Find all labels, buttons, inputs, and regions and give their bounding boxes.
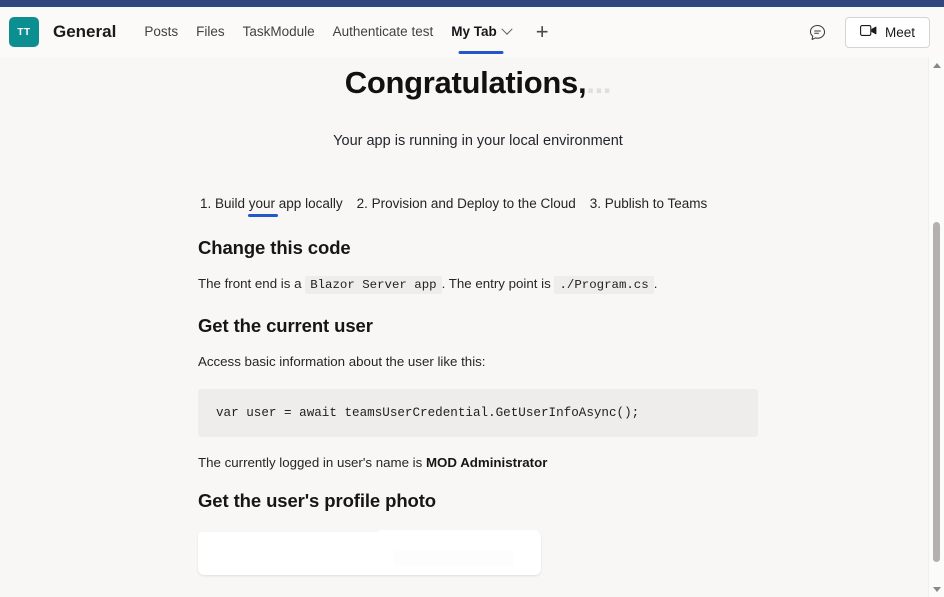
tab-taskmodule[interactable]: TaskModule xyxy=(234,7,324,57)
step-publish-teams-label: 3. Publish to Teams xyxy=(589,196,708,211)
placeholder-chunk-left xyxy=(198,532,220,568)
chevron-down-icon[interactable] xyxy=(501,23,513,35)
change-code-description: The front end is a Blazor Server app. Th… xyxy=(198,274,758,295)
heading-change-this-code: Change this code xyxy=(198,237,351,258)
tab-posts-label: Posts xyxy=(144,24,179,39)
inline-code-program-cs: ./Program.cs xyxy=(554,276,654,294)
tab-my-tab[interactable]: My Tab xyxy=(442,7,520,57)
placeholder-chunk-inner xyxy=(394,550,514,567)
meet-button-label: Meet xyxy=(884,24,915,40)
tab-content-area: Congratulations,... Your app is running … xyxy=(0,57,944,597)
channel-header: TT General Posts Files TaskModule Authen… xyxy=(0,7,944,57)
tab-files[interactable]: Files xyxy=(187,7,234,57)
hero-subtitle: Your app is running in your local enviro… xyxy=(333,133,623,149)
caret-down-icon xyxy=(933,586,941,592)
change-code-text-middle: . The entry point is xyxy=(441,276,551,291)
welcome-document: Congratulations,... Your app is running … xyxy=(198,57,758,576)
hero-title-main: Congratulations, xyxy=(344,65,587,100)
tab-taskmodule-label: TaskModule xyxy=(242,24,315,39)
code-block-get-user-info: var user = await teamsUserCredential.Get… xyxy=(198,389,758,438)
tab-files-label: Files xyxy=(196,24,225,39)
team-avatar-initials: TT xyxy=(17,26,31,38)
active-step-indicator xyxy=(248,214,278,217)
active-tab-indicator xyxy=(458,51,504,54)
heading-profile-photo: Get the user's profile photo xyxy=(198,490,437,512)
vertical-scrollbar[interactable] xyxy=(928,57,944,597)
tab-posts[interactable]: Posts xyxy=(135,7,187,57)
hero-title: Congratulations,... xyxy=(198,57,758,101)
step-publish-teams[interactable]: 3. Publish to Teams xyxy=(590,196,708,217)
caret-up-icon xyxy=(933,62,941,68)
tab-list: Posts Files TaskModule Authenticate test… xyxy=(135,7,558,57)
current-user-intro: Access basic information about the user … xyxy=(198,353,486,369)
logged-in-user-name: MOD Administrator xyxy=(425,455,548,471)
profile-photo-placeholder xyxy=(198,530,541,576)
tab-content-canvas: Congratulations,... Your app is running … xyxy=(0,57,928,597)
scroll-down-arrow-icon[interactable] xyxy=(929,581,944,597)
video-camera-icon xyxy=(860,24,877,40)
logged-in-user-line: The currently logged in user's name is M… xyxy=(198,455,758,470)
step-build-locally[interactable]: 1. Build your app locally xyxy=(200,196,343,217)
chat-feedback-icon[interactable] xyxy=(805,19,831,45)
step-provision-deploy-label: 2. Provision and Deploy to the Cloud xyxy=(356,196,576,211)
steps-nav: 1. Build your app locally 2. Provision a… xyxy=(198,196,758,217)
tab-my-tab-label: My Tab xyxy=(451,24,497,39)
page-title: General xyxy=(53,22,117,41)
change-code-text-after: . xyxy=(653,276,658,291)
heading-get-current-user: Get the current user xyxy=(198,314,373,336)
logged-in-user-prefix: The currently logged in user's name is xyxy=(198,455,423,471)
inline-code-blazor-server-app: Blazor Server app xyxy=(305,276,442,294)
window-accent-inner xyxy=(0,0,944,4)
scrollbar-thumb[interactable] xyxy=(933,222,940,562)
change-code-text-before: The front end is a xyxy=(198,276,302,291)
tab-authenticate-test[interactable]: Authenticate test xyxy=(324,7,443,57)
hero-title-placeholder: ... xyxy=(586,65,612,100)
step-build-locally-label: 1. Build your app locally xyxy=(200,196,343,211)
step-provision-deploy[interactable]: 2. Provision and Deploy to the Cloud xyxy=(357,196,576,217)
meet-button[interactable]: Meet xyxy=(844,16,930,48)
scroll-up-arrow-icon[interactable] xyxy=(929,57,944,73)
team-avatar[interactable]: TT xyxy=(9,17,39,47)
window-accent-bar xyxy=(0,0,944,7)
add-tab-button[interactable]: + xyxy=(526,21,559,43)
tab-authenticate-test-label: Authenticate test xyxy=(332,24,434,39)
